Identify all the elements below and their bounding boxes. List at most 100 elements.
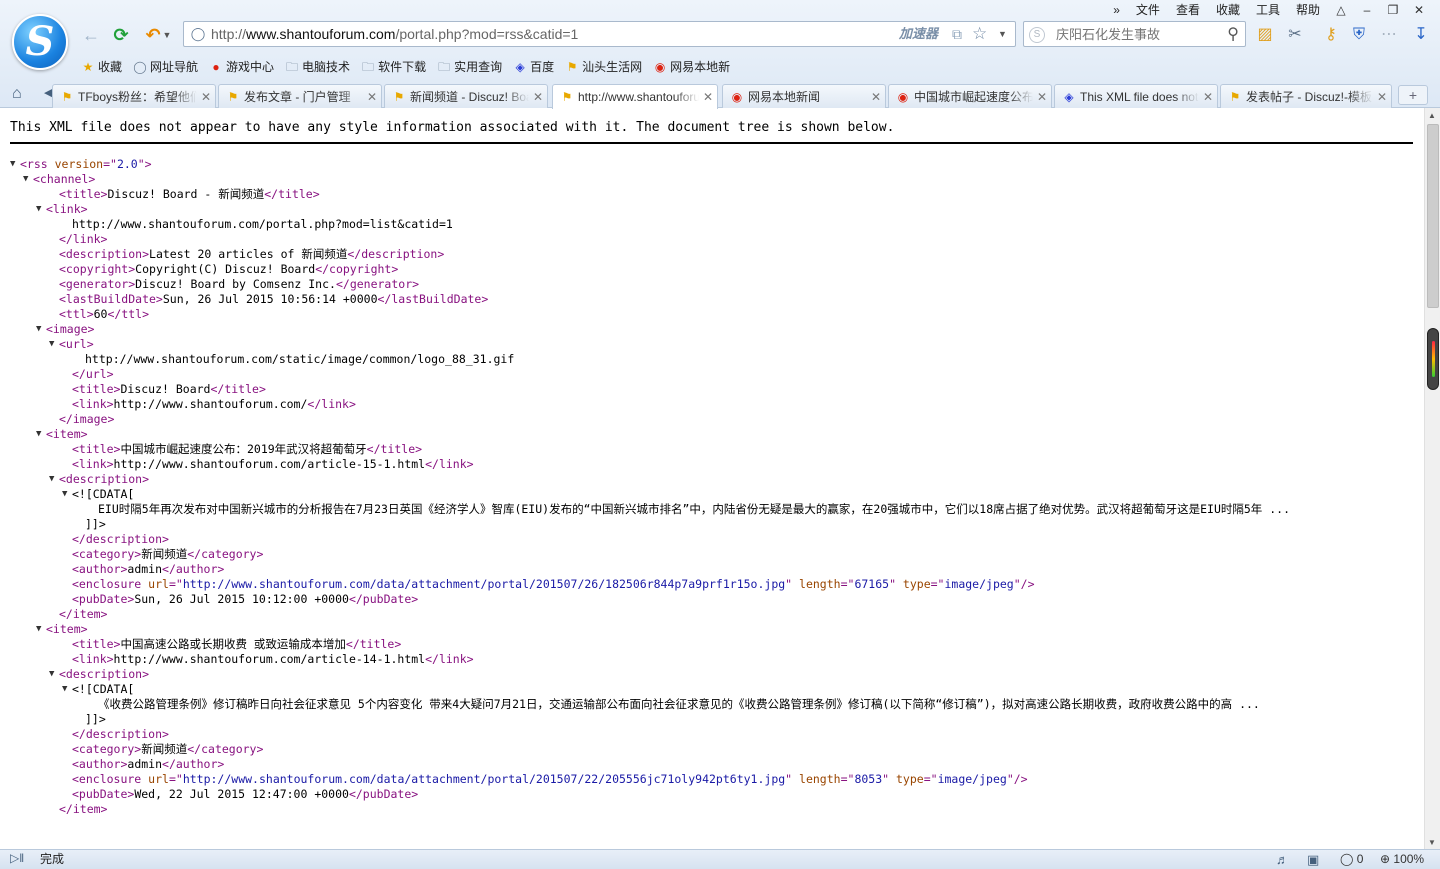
- refresh-icon[interactable]: ⟳: [108, 24, 134, 46]
- tab-close-icon[interactable]: ✕: [867, 90, 885, 104]
- xml-text: admin: [127, 562, 163, 576]
- search-input[interactable]: [1056, 22, 1216, 46]
- fav-folder-tech[interactable]: 🗀 电脑技术: [282, 57, 358, 77]
- tab-label: This XML file does not: [1080, 89, 1199, 104]
- new-tab-button[interactable]: +: [1398, 85, 1428, 105]
- scroll-down-arrow-icon[interactable]: ▼: [1428, 838, 1436, 847]
- xml-line[interactable]: ▼ <item>: [0, 622, 1424, 637]
- xml-attr-value: 8053: [854, 772, 883, 786]
- security-shield-icon[interactable]: ◯: [190, 26, 206, 42]
- menu-file[interactable]: 文件: [1128, 0, 1168, 20]
- minimize-icon[interactable]: –: [1354, 0, 1380, 20]
- menu-view[interactable]: 查看: [1168, 0, 1208, 20]
- zoom-level[interactable]: ⊕ 100%: [1380, 850, 1424, 869]
- sidebar-grip-handle[interactable]: [1427, 328, 1439, 390]
- collapse-triangle-icon[interactable]: ▼: [10, 157, 15, 172]
- fav-item-baidu[interactable]: ◈ 百度: [510, 57, 562, 77]
- xml-line[interactable]: ▼ <channel>: [0, 172, 1424, 187]
- shield-icon[interactable]: ⛨: [1348, 24, 1370, 46]
- xml-line[interactable]: ▼ <image>: [0, 322, 1424, 337]
- collapse-triangle-icon[interactable]: ▼: [62, 682, 67, 697]
- fav-item-shantou[interactable]: ⚑ 汕头生活网: [562, 57, 650, 77]
- more-apps-icon[interactable]: ⋯: [1378, 24, 1400, 46]
- login-icon[interactable]: ▨: [1254, 24, 1276, 46]
- search-engine-icon[interactable]: S: [1029, 27, 1045, 43]
- tab-news-channel[interactable]: ⚑ 新闻频道 - Discuz! Board✕: [384, 84, 548, 108]
- restore-icon[interactable]: ❐: [1380, 0, 1406, 20]
- scroll-up-arrow-icon[interactable]: ▲: [1428, 111, 1436, 120]
- menu-favorites[interactable]: 收藏: [1208, 0, 1248, 20]
- tab-tfboys[interactable]: ⚑ TFboys粉丝：希望他们 ✕: [52, 84, 216, 108]
- bookmark-star-icon[interactable]: ☆: [972, 22, 987, 46]
- xml-line: <ttl>60</ttl>: [0, 307, 1424, 322]
- fav-folder-software[interactable]: 🗀 软件下载: [358, 57, 434, 77]
- xml-tag: </author>: [162, 562, 225, 576]
- tab-netease-local[interactable]: ◉ 网易本地新闻 ✕: [722, 84, 886, 108]
- tab-close-icon[interactable]: ✕: [1373, 90, 1391, 104]
- address-dropdown-icon[interactable]: ▼: [998, 22, 1007, 46]
- fav-item-games[interactable]: ● 游戏中心: [206, 57, 282, 77]
- screenshot-scissors-icon[interactable]: ✂: [1284, 24, 1306, 46]
- collapse-triangle-icon[interactable]: ▼: [49, 337, 54, 352]
- search-icon[interactable]: ⚲: [1227, 24, 1239, 44]
- vertical-scrollbar[interactable]: ▲ ▼: [1424, 108, 1440, 849]
- xml-line[interactable]: ▼ <description>: [0, 472, 1424, 487]
- xml-line[interactable]: ▼ <rss version="2.0">: [0, 157, 1424, 172]
- collapse-triangle-icon[interactable]: ▼: [36, 322, 41, 337]
- tab-close-icon[interactable]: ✕: [529, 90, 547, 104]
- tab-rss-active[interactable]: ⚑ http://www.shantouforum.com✕: [552, 84, 718, 109]
- tab-close-icon[interactable]: ✕: [699, 90, 717, 104]
- menu-tools[interactable]: 工具: [1248, 0, 1288, 20]
- sidebar-toggle-icon[interactable]: ▷‖: [10, 851, 24, 865]
- tab-city-rise[interactable]: ◉ 中国城市崛起速度公布 ✕: [888, 84, 1052, 108]
- collapse-triangle-icon[interactable]: ▼: [49, 667, 54, 682]
- xml-line[interactable]: ▼ <description>: [0, 667, 1424, 682]
- tab-xml-file[interactable]: ◈ This XML file does not ✕: [1054, 84, 1218, 108]
- collapse-triangle-icon[interactable]: ▼: [36, 427, 41, 442]
- address-url[interactable]: http://www.shantouforum.com/portal.php?m…: [211, 22, 578, 46]
- tab-close-icon[interactable]: ✕: [1199, 90, 1217, 104]
- home-icon[interactable]: ⌂: [12, 85, 22, 103]
- collapse-triangle-icon[interactable]: ▼: [62, 487, 67, 502]
- accelerator-label[interactable]: 加速器: [899, 22, 938, 46]
- fav-item-star[interactable]: ★ 收藏: [78, 57, 130, 77]
- xml-line[interactable]: ▼ <link>: [0, 202, 1424, 217]
- xml-tag: </description>: [72, 727, 169, 741]
- scrollbar-thumb[interactable]: [1427, 124, 1439, 308]
- skin-shirt-icon[interactable]: △: [1328, 0, 1354, 20]
- fav-item-nav[interactable]: ◯ 网址导航: [130, 57, 206, 77]
- fav-item-netease[interactable]: ◉ 网易本地新: [650, 57, 738, 77]
- collapse-triangle-icon[interactable]: ▼: [23, 172, 28, 187]
- xml-attr-name: length: [799, 772, 841, 786]
- more-menu-icon[interactable]: »: [1105, 0, 1128, 20]
- undo-dropdown-icon[interactable]: ▼: [160, 24, 174, 46]
- lightning-icon[interactable]: ⧉: [952, 22, 962, 46]
- search-box[interactable]: S ⚲: [1023, 21, 1246, 47]
- tab-close-icon[interactable]: ✕: [1033, 90, 1051, 104]
- collapse-triangle-icon[interactable]: ▼: [36, 202, 41, 217]
- collapse-triangle-icon[interactable]: ▼: [49, 472, 54, 487]
- download-manager-icon[interactable]: ▣: [1307, 850, 1319, 869]
- address-bar[interactable]: ◯ http://www.shantouforum.com/portal.php…: [183, 21, 1016, 47]
- back-arrow-icon[interactable]: ←: [78, 24, 104, 46]
- tab-close-icon[interactable]: ✕: [363, 90, 381, 104]
- menu-help[interactable]: 帮助: [1288, 0, 1328, 20]
- tab-strip: ⌂ ◀ ⚑ TFboys粉丝：希望他们 ✕ ⚑ 发布文章 - 门户管理 ✕ ⚑ 新闻频道 …: [0, 82, 1440, 109]
- tab-publish-article[interactable]: ⚑ 发布文章 - 门户管理 ✕: [218, 84, 382, 108]
- xml-tag: </description>: [72, 532, 169, 546]
- tab-close-icon[interactable]: ✕: [197, 90, 215, 104]
- collapse-triangle-icon[interactable]: ▼: [36, 622, 41, 637]
- xml-line[interactable]: ▼ <![CDATA[: [0, 682, 1424, 697]
- sound-icon[interactable]: ♬: [1276, 850, 1289, 869]
- close-icon[interactable]: ✕: [1406, 0, 1432, 20]
- xml-line[interactable]: ▼ <![CDATA[: [0, 487, 1424, 502]
- key-icon[interactable]: ⚷: [1320, 24, 1342, 46]
- popup-blocked-count[interactable]: ◯ 0: [1340, 850, 1363, 869]
- xml-line[interactable]: ▼ <item>: [0, 427, 1424, 442]
- xml-line[interactable]: ▼ <url>: [0, 337, 1424, 352]
- xml-text: 新闻频道: [141, 742, 188, 756]
- browser-logo[interactable]: S: [12, 14, 68, 70]
- download-icon[interactable]: ↧: [1410, 24, 1432, 46]
- tab-post-thread[interactable]: ⚑ 发表帖子 - Discuz!-模板 ✕: [1220, 84, 1392, 108]
- fav-folder-query[interactable]: 🗀 实用查询: [434, 57, 510, 77]
